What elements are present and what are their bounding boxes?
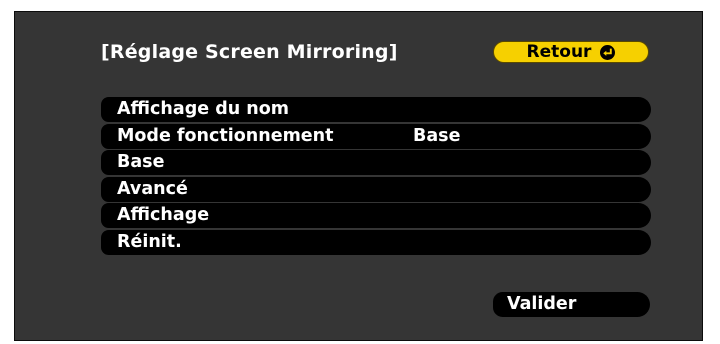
menu-item-display[interactable]: Affichage (101, 203, 651, 228)
menu-item-label: Affichage du nom (117, 99, 289, 119)
menu-item-reset[interactable]: Réinit. (101, 229, 651, 255)
menu-item-display-name[interactable]: Affichage du nom (101, 97, 651, 122)
return-button-label: Retour (526, 42, 592, 62)
validate-button[interactable]: Valider (493, 292, 650, 317)
menu-item-operation-mode[interactable]: Mode fonctionnement Base (101, 123, 651, 149)
enter-key-icon (600, 45, 616, 60)
menu-item-label: Mode fonctionnement (117, 125, 334, 146)
settings-menu: Affichage du nom Mode fonctionnement Bas… (101, 97, 651, 256)
operation-mode-value: Base (413, 125, 461, 146)
menu-item-advanced[interactable]: Avancé (101, 176, 651, 202)
menu-item-label: Base (117, 152, 165, 172)
menu-item-basic[interactable]: Base (101, 150, 651, 175)
menu-item-label: Réinit. (117, 231, 182, 252)
return-button[interactable]: Retour (493, 41, 649, 63)
menu-item-label: Avancé (117, 178, 188, 199)
dialog-title: [Réglage Screen Mirroring] (101, 41, 398, 63)
validate-button-label: Valider (507, 294, 577, 314)
menu-item-label: Affichage (117, 205, 210, 225)
screen-mirroring-settings-panel: [Réglage Screen Mirroring] Retour Affich… (14, 11, 703, 341)
